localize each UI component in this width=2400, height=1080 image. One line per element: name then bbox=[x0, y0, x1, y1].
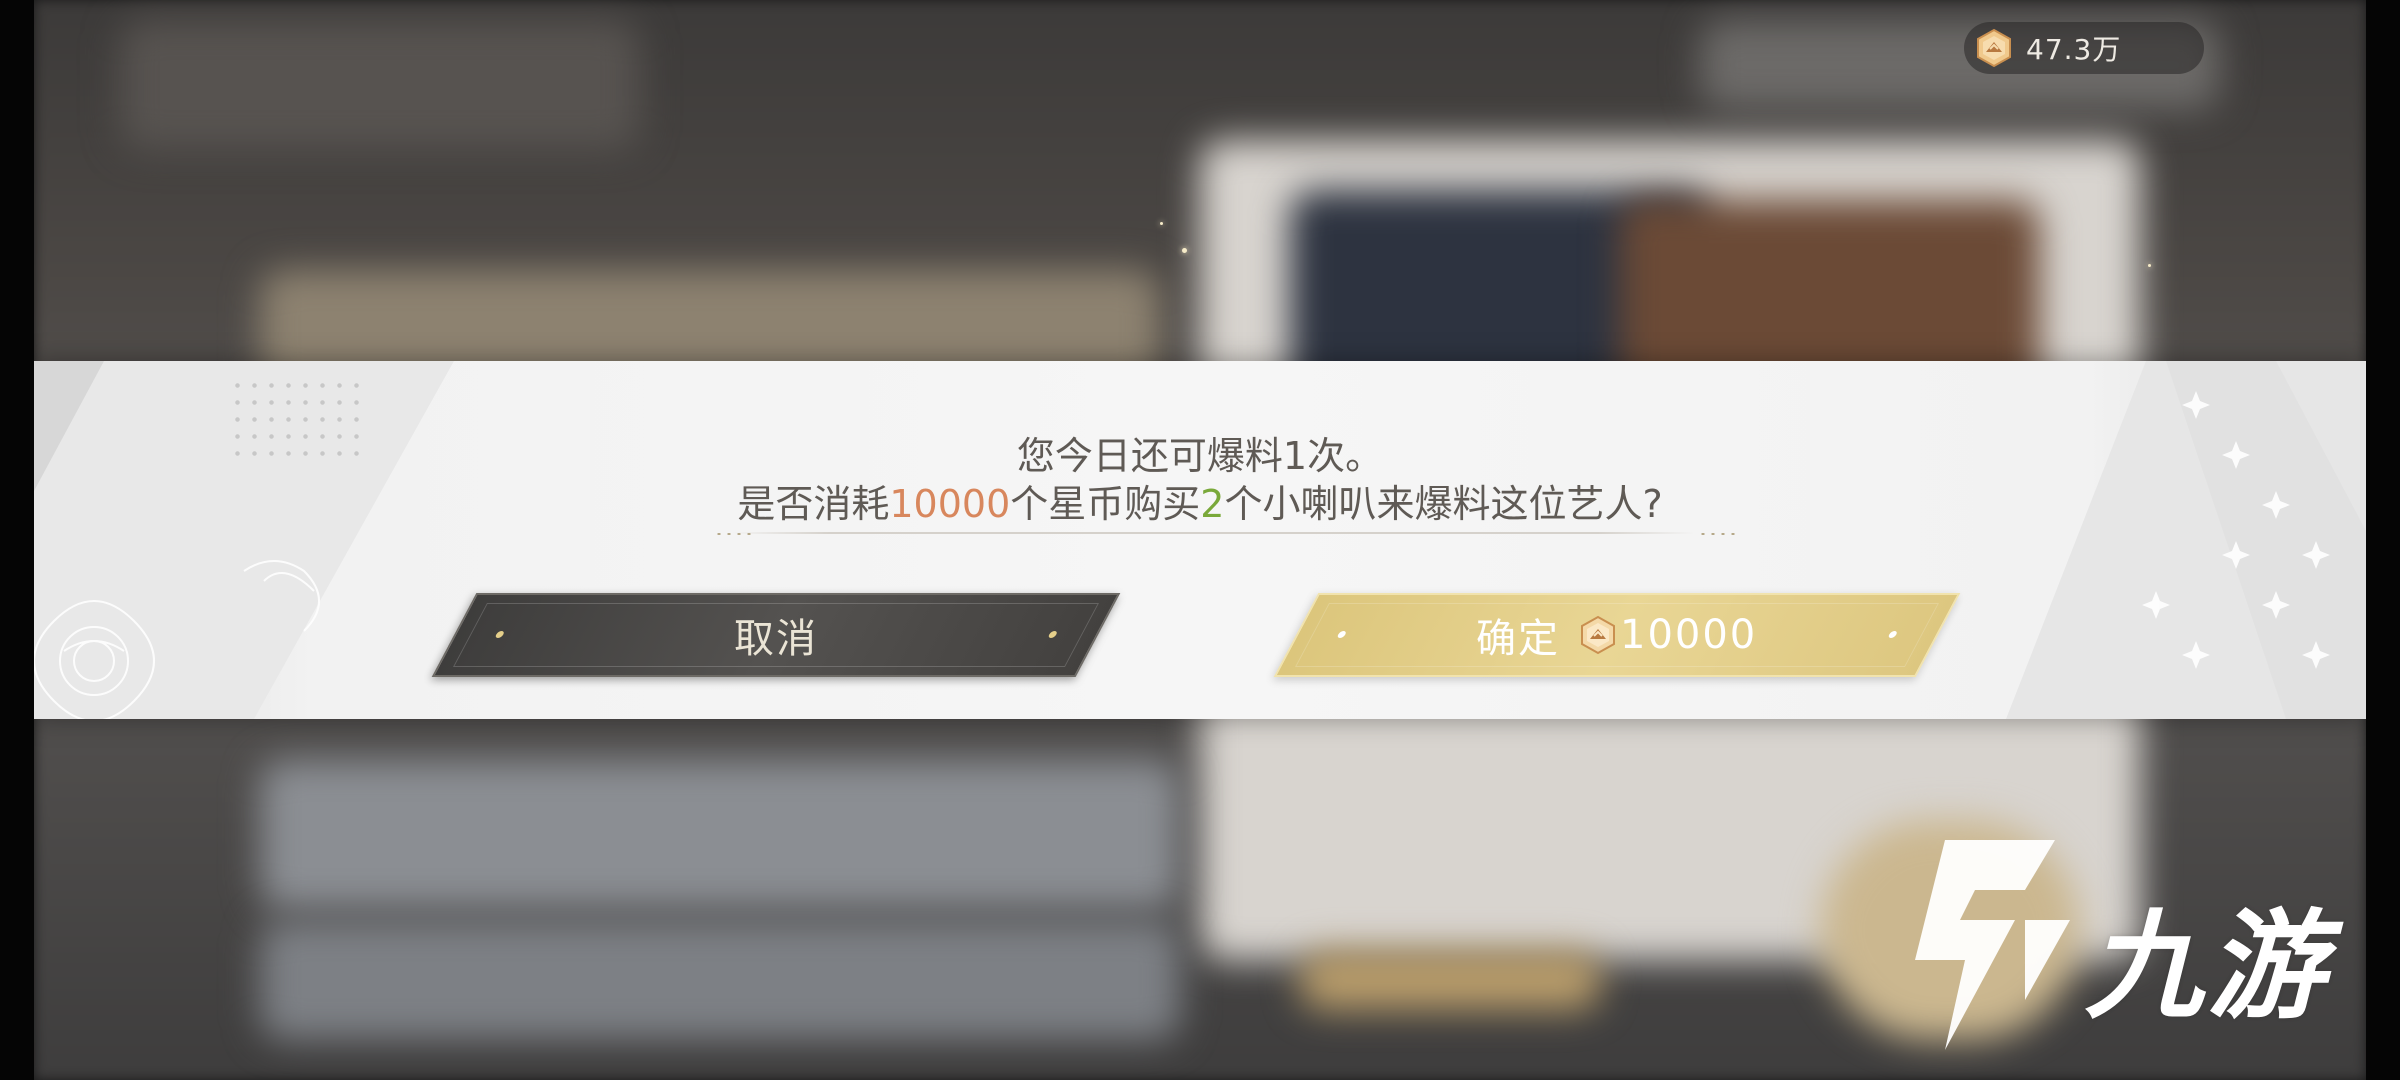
star-pattern-decoration-right bbox=[2006, 361, 2366, 719]
game-screen: 47.3万 您今日还可爆料1次。 是否消耗10000个星币购买2个小喇叭来爆料这… bbox=[0, 0, 2400, 1080]
message-text: 个小喇叭来爆料这位艺人? bbox=[1224, 482, 1663, 526]
message-divider bbox=[732, 532, 1694, 534]
cancel-button-label: 取消 bbox=[734, 616, 818, 662]
sparkle bbox=[2148, 264, 2151, 267]
currency-display[interactable]: 47.3万 bbox=[1964, 22, 2204, 74]
bg-blur-block bbox=[1300, 950, 1600, 1010]
sparkle bbox=[1160, 222, 1163, 225]
message-line-1: 您今日还可爆料1次。 bbox=[1016, 434, 1384, 478]
star-coin-icon bbox=[1578, 615, 1618, 655]
message-text: 是否消耗 bbox=[737, 482, 890, 526]
divider-dots-left bbox=[714, 531, 754, 537]
jiuyou-logo-icon bbox=[1915, 840, 2070, 1050]
bg-blur-block bbox=[120, 20, 640, 150]
currency-amount: 47.3万 bbox=[2026, 33, 2122, 66]
screen-edge-left bbox=[0, 0, 34, 1080]
message-line-2: 是否消耗10000个星币购买2个小喇叭来爆料这位艺人? bbox=[34, 473, 2366, 528]
screen-edge-right bbox=[2366, 0, 2400, 1080]
cancel-button[interactable]: 取消 bbox=[431, 593, 1121, 677]
confirm-cost-amount: 10000 bbox=[1620, 612, 1758, 658]
sparkle bbox=[1182, 248, 1187, 253]
watermark-text: 九游 bbox=[2085, 897, 2330, 1035]
item-count: 2 bbox=[1200, 482, 1225, 526]
confirm-dialog: 您今日还可爆料1次。 是否消耗10000个星币购买2个小喇叭来爆料这位艺人? 取… bbox=[34, 361, 2366, 719]
jiuyou-watermark: 九游 bbox=[1905, 830, 2365, 1060]
cost-amount: 10000 bbox=[889, 482, 1011, 526]
confirm-button[interactable]: 确定 10000 bbox=[1273, 593, 1961, 677]
confirm-button-label: 确定 bbox=[1476, 616, 1561, 662]
star-coin-icon bbox=[1974, 28, 2014, 68]
message-text: 个星币购买 bbox=[1010, 482, 1201, 526]
bg-blur-block bbox=[260, 920, 1180, 1040]
bg-blur-block bbox=[260, 760, 1180, 910]
divider-dots-right bbox=[1698, 531, 1738, 537]
